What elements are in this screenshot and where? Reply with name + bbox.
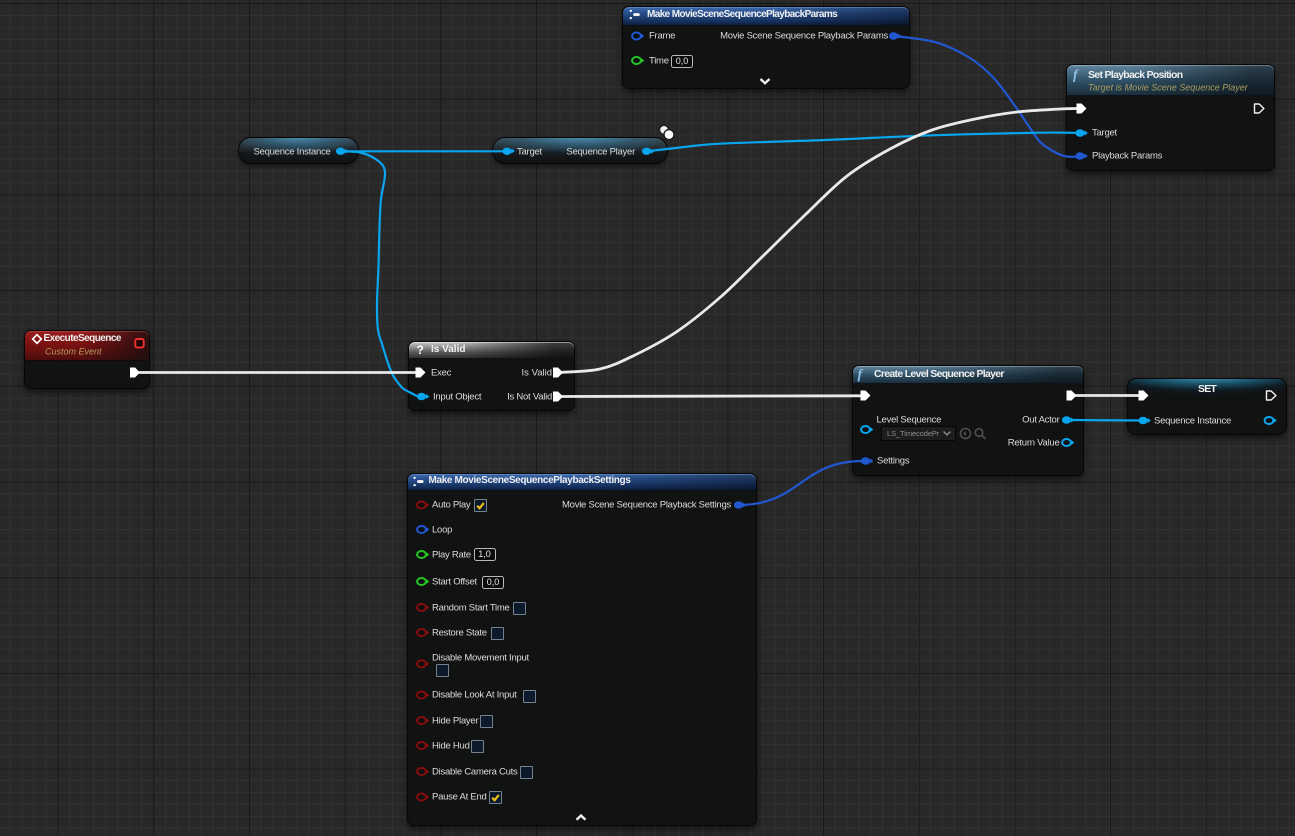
svg-text:?: ? bbox=[417, 343, 424, 357]
svg-text:f: f bbox=[1073, 68, 1079, 83]
svg-text:f: f bbox=[858, 368, 864, 383]
